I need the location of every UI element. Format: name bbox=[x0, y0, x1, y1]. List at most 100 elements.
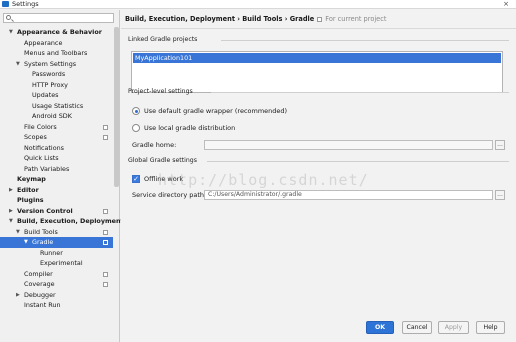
chevron-down-icon[interactable]: ▼ bbox=[16, 59, 20, 70]
offline-work-checkbox[interactable]: ✓ bbox=[132, 175, 140, 183]
sidebar-item-label: Coverage bbox=[24, 280, 55, 288]
chevron-right-icon[interactable]: ▶ bbox=[9, 185, 13, 196]
sidebar-scrollbar[interactable] bbox=[114, 27, 119, 322]
breadcrumb: Build, Execution, Deployment › Build Too… bbox=[125, 15, 386, 23]
sidebar-item-label: Version Control bbox=[17, 206, 73, 215]
project-scope-icon bbox=[317, 16, 323, 22]
sidebar-item-label: Passwords bbox=[32, 70, 66, 78]
sidebar-item[interactable]: Menus and Toolbars bbox=[0, 48, 113, 59]
title-bar: Settings × bbox=[0, 0, 516, 9]
sidebar-item[interactable]: Notifications bbox=[0, 143, 113, 154]
chevron-right-icon[interactable]: ▶ bbox=[16, 290, 20, 301]
sidebar-scrollbar-thumb[interactable] bbox=[114, 27, 119, 187]
app-icon bbox=[2, 1, 9, 7]
section-divider bbox=[211, 92, 509, 93]
search-icon bbox=[6, 15, 11, 20]
gradle-home-field[interactable] bbox=[204, 140, 493, 150]
section-divider bbox=[221, 40, 509, 41]
section-divider bbox=[207, 161, 509, 162]
sidebar-item[interactable]: Path Variables bbox=[0, 164, 113, 175]
sidebar-item[interactable]: Appearance bbox=[0, 38, 113, 49]
sidebar-item[interactable]: HTTP Proxy bbox=[0, 80, 113, 91]
project-scope-icon bbox=[103, 208, 108, 214]
local-distribution-label: Use local gradle distribution bbox=[144, 124, 236, 132]
sidebar-item[interactable]: ▶ Editor bbox=[0, 185, 113, 196]
linked-projects-list[interactable]: MyApplication101 bbox=[131, 51, 503, 93]
settings-search-input[interactable] bbox=[3, 13, 114, 23]
sidebar-item[interactable]: ▶ Version Control bbox=[0, 206, 113, 217]
settings-tree: ▼ Appearance & Behavior Appearance Menus an… bbox=[0, 27, 124, 311]
sidebar-item[interactable]: Passwords bbox=[0, 69, 113, 80]
help-button[interactable]: Help bbox=[476, 321, 505, 334]
sidebar-item-label: Editor bbox=[17, 185, 39, 194]
local-distribution-radio[interactable] bbox=[132, 124, 140, 132]
project-scope-icon bbox=[103, 135, 108, 140]
apply-button[interactable]: Apply bbox=[438, 321, 469, 334]
sidebar-item-label: Scopes bbox=[24, 133, 47, 141]
sidebar-item[interactable]: Compiler bbox=[0, 269, 113, 280]
sidebar-item[interactable]: Scopes bbox=[0, 132, 113, 143]
service-directory-label: Service directory path: bbox=[132, 191, 207, 199]
header-divider bbox=[121, 28, 516, 29]
sidebar-item-label: Updates bbox=[32, 91, 59, 99]
sidebar-item-label: Keymap bbox=[17, 175, 46, 183]
sidebar-item-label: Runner bbox=[40, 248, 63, 257]
sidebar-item-label: Gradle bbox=[32, 238, 54, 246]
sidebar-item-label: File Colors bbox=[24, 122, 57, 131]
gradle-home-browse-button[interactable]: ... bbox=[495, 140, 505, 150]
sidebar-item[interactable]: Coverage bbox=[0, 279, 113, 290]
project-scope-icon bbox=[103, 271, 108, 277]
sidebar-item[interactable]: Runner bbox=[0, 248, 113, 259]
global-settings-title: Global Gradle settings bbox=[128, 157, 197, 164]
project-scope-icon bbox=[103, 240, 108, 245]
chevron-down-icon[interactable]: ▼ bbox=[16, 227, 20, 238]
default-wrapper-label: Use default gradle wrapper (recommended) bbox=[144, 107, 288, 115]
sidebar-item-label: Path Variables bbox=[24, 164, 70, 173]
sidebar-item-label: Appearance bbox=[24, 38, 63, 47]
ok-button[interactable]: OK bbox=[366, 321, 394, 334]
sidebar-item[interactable]: ▼ System Settings bbox=[0, 59, 113, 70]
default-wrapper-radio[interactable] bbox=[132, 107, 140, 115]
sidebar-item[interactable]: Plugins bbox=[0, 195, 113, 206]
cancel-button[interactable]: Cancel bbox=[402, 321, 432, 334]
sidebar-item[interactable]: ▼ Appearance & Behavior bbox=[0, 27, 113, 38]
chevron-down-icon[interactable]: ▼ bbox=[24, 237, 28, 248]
gradle-home-label: Gradle home: bbox=[132, 141, 177, 149]
sidebar-item-label: Quick Lists bbox=[24, 154, 59, 162]
sidebar-item-label: Plugins bbox=[17, 196, 44, 204]
sidebar-item[interactable]: Keymap bbox=[0, 174, 113, 185]
sidebar-item[interactable]: Updates bbox=[0, 90, 113, 101]
sidebar-item[interactable]: Quick Lists bbox=[0, 153, 113, 164]
window-title: Settings bbox=[12, 0, 39, 8]
sidebar-item-label: System Settings bbox=[24, 59, 77, 68]
sidebar-item-label: Build, Execution, Deployment bbox=[17, 217, 124, 225]
settings-sidebar: ▼ Appearance & Behavior Appearance Menus an… bbox=[0, 10, 124, 342]
sidebar-item[interactable]: ▼ Build, Execution, Deployment bbox=[0, 216, 124, 227]
sidebar-item-label: Debugger bbox=[24, 290, 56, 299]
linked-projects-title: Linked Gradle projects bbox=[128, 36, 198, 43]
sidebar-item[interactable]: File Colors bbox=[0, 122, 113, 133]
service-directory-field[interactable]: C:/Users/Administrator/.gradle bbox=[204, 190, 493, 200]
sidebar-item[interactable]: ▼ Build Tools bbox=[0, 227, 113, 238]
linked-project-item[interactable]: MyApplication101 bbox=[133, 53, 501, 63]
project-scope-icon bbox=[103, 124, 108, 130]
project-scope-icon bbox=[103, 282, 108, 287]
breadcrumb-path: Build, Execution, Deployment › Build Too… bbox=[125, 15, 315, 23]
sidebar-item-label: Usage Statistics bbox=[32, 101, 84, 110]
chevron-down-icon[interactable]: ▼ bbox=[9, 27, 13, 38]
chevron-right-icon[interactable]: ▶ bbox=[9, 206, 13, 217]
sidebar-item[interactable]: Instant Run bbox=[0, 300, 113, 311]
sidebar-item[interactable]: ▼ Gradle bbox=[0, 237, 113, 248]
sidebar-item[interactable]: Experimental bbox=[0, 258, 113, 269]
sidebar-item-label: Instant Run bbox=[24, 301, 61, 309]
chevron-down-icon[interactable]: ▼ bbox=[9, 216, 13, 227]
service-directory-browse-button[interactable]: ... bbox=[495, 190, 505, 200]
sidebar-item[interactable]: Android SDK bbox=[0, 111, 113, 122]
sidebar-item-label: Android SDK bbox=[32, 112, 72, 120]
project-scope-icon bbox=[103, 229, 108, 235]
sidebar-item-label: Build Tools bbox=[24, 227, 58, 236]
sidebar-item[interactable]: Usage Statistics bbox=[0, 101, 113, 112]
sidebar-item-label: Notifications bbox=[24, 143, 64, 152]
close-icon[interactable]: × bbox=[498, 0, 514, 9]
sidebar-item[interactable]: ▶ Debugger bbox=[0, 290, 113, 301]
